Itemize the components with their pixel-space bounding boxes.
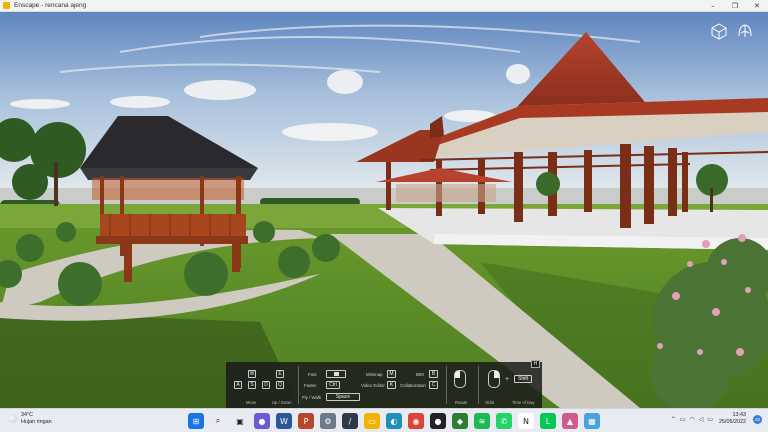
chat-icon[interactable]: ● xyxy=(254,413,270,429)
notion-icon[interactable]: N xyxy=(518,413,534,429)
sketchup-icon-glyph: ◆ xyxy=(456,416,464,426)
file-explorer-icon[interactable]: ▭ xyxy=(364,413,380,429)
file-explorer-icon-glyph: ▭ xyxy=(368,416,376,426)
whatsapp-icon-glyph: ✆ xyxy=(500,416,508,426)
video-editor-label: Video Editor xyxy=(361,383,385,388)
whatsapp-icon[interactable]: ✆ xyxy=(496,413,512,429)
move-label: Move xyxy=(246,400,257,405)
close-button[interactable]: ✕ xyxy=(746,0,768,12)
clock[interactable]: 13:43 25/05/2022 xyxy=(719,412,746,426)
chat-icon-glyph: ● xyxy=(258,416,266,426)
rotate-label: Rotate xyxy=(455,400,468,405)
collaboration-label: Collaboration xyxy=(400,383,426,388)
fast-key xyxy=(326,370,346,378)
render-viewport[interactable]: H W A S D Move E Q Up / Down Fast Faster… xyxy=(0,12,768,408)
powerpoint-icon-glyph: P xyxy=(303,416,309,426)
key-s: S xyxy=(248,381,256,389)
edge-icon[interactable]: ◐ xyxy=(386,413,402,429)
flywalk-label: Fly / Walk xyxy=(302,395,322,400)
fast-label: Fast xyxy=(308,372,317,377)
windows-start-icon[interactable]: ⊞ xyxy=(188,413,204,429)
windows-start-icon-glyph: ⊞ xyxy=(192,416,200,426)
sketchup-icon[interactable]: ◆ xyxy=(452,413,468,429)
script-icon[interactable]: / xyxy=(342,413,358,429)
ctrl-key: Ctrl xyxy=(326,381,340,389)
spotify-icon-glyph: ≋ xyxy=(478,416,486,426)
wifi-icon[interactable]: ◠ xyxy=(689,416,694,423)
chevron-up-icon[interactable]: ⌃ xyxy=(671,416,676,423)
key-e: E xyxy=(276,370,284,378)
mouse-orbit-icon xyxy=(488,370,500,388)
separator xyxy=(478,366,479,404)
app-icon[interactable]: ▦ xyxy=(584,413,600,429)
key-d: D xyxy=(262,381,270,389)
taskbar-apps: ⊞ ⌕ ▣ ● W P ⚙ / ▭ ◐ ◉ ● ◆ ≋ ✆ N L ▲ ▦ xyxy=(188,413,600,429)
task-view-icon-glyph: ▣ xyxy=(236,416,244,426)
k-key: K xyxy=(387,381,396,389)
separator xyxy=(298,366,299,404)
shift-key: Shift xyxy=(514,375,532,383)
cloud-rain-icon xyxy=(8,414,17,423)
minimap-label: Minimap xyxy=(366,372,383,377)
search-icon-glyph: ⌕ xyxy=(215,416,221,425)
key-q: Q xyxy=(276,381,284,389)
mouse-scroll-icon xyxy=(334,372,339,376)
word-icon-glyph: W xyxy=(280,416,288,426)
github-icon-glyph: ● xyxy=(434,416,442,426)
rendered-scene xyxy=(0,12,768,408)
photos-icon[interactable]: ▲ xyxy=(562,413,578,429)
bim-label: BIM xyxy=(416,372,424,377)
clock-date: 25/05/2022 xyxy=(719,419,746,425)
plus-sign: + xyxy=(505,376,510,383)
window-title: Enscape - rencana ajeng xyxy=(14,2,87,9)
key-a: A xyxy=(234,381,242,389)
script-icon-glyph: / xyxy=(348,416,352,426)
line-icon-glyph: L xyxy=(545,416,551,426)
faster-label: Faster xyxy=(304,383,317,388)
b-key: B xyxy=(429,370,438,378)
enscape-app-icon xyxy=(3,2,10,9)
word-icon[interactable]: W xyxy=(276,413,292,429)
space-key: Space xyxy=(326,393,360,401)
hide-controls-key[interactable]: H xyxy=(531,360,540,368)
task-view-icon[interactable]: ▣ xyxy=(232,413,248,429)
navigation-controls-overlay: H W A S D Move E Q Up / Down Fast Faster… xyxy=(226,360,542,408)
notification-badge[interactable]: 20 xyxy=(753,414,762,424)
github-icon[interactable]: ● xyxy=(430,413,446,429)
edge-icon-glyph: ◐ xyxy=(390,416,398,426)
app-icon-glyph: ▦ xyxy=(588,416,596,426)
ime-icon[interactable]: ▭ xyxy=(680,416,686,423)
m-key: M xyxy=(387,370,396,378)
powerpoint-icon[interactable]: P xyxy=(298,413,314,429)
mouse-rotate-icon xyxy=(454,370,466,388)
search-icon[interactable]: ⌕ xyxy=(210,413,226,429)
cube-view-icon[interactable] xyxy=(710,22,728,40)
windows-taskbar: 34°C Hujan ringan ⊞ ⌕ ▣ ● W P ⚙ / ▭ ◐ ◉ ● ◆ ≋ ✆ N L ▲ ▦ ⌃ … xyxy=(0,408,768,432)
notion-icon-glyph: N xyxy=(523,416,529,426)
weather-widget[interactable]: 34°C Hujan ringan xyxy=(8,412,52,425)
updown-label: Up / Down xyxy=(272,400,292,405)
orbit-label: Orbit xyxy=(485,400,495,405)
settings-icon[interactable]: ⚙ xyxy=(320,413,336,429)
maximize-button[interactable]: ❐ xyxy=(724,0,746,12)
chrome-icon-glyph: ◉ xyxy=(412,416,420,426)
leaf-icon[interactable] xyxy=(736,22,754,40)
settings-icon-glyph: ⚙ xyxy=(324,416,332,426)
time-of-day-label: Time of Day xyxy=(512,400,535,405)
spotify-icon[interactable]: ≋ xyxy=(474,413,490,429)
c-key: C xyxy=(429,381,438,389)
weather-description: Hujan ringan xyxy=(21,418,52,425)
system-tray: ⌃ ▭ ◠ ◁ ▭ 13:43 25/05/2022 20 xyxy=(671,412,762,426)
minimize-button[interactable]: – xyxy=(702,0,724,12)
separator xyxy=(446,366,447,404)
volume-icon[interactable]: ◁ xyxy=(699,416,704,423)
battery-icon[interactable]: ▭ xyxy=(707,416,713,423)
clock-time: 13:43 xyxy=(732,412,747,418)
window-titlebar: Enscape - rencana ajeng – ❐ ✕ xyxy=(0,0,768,12)
key-w: W xyxy=(248,370,256,378)
chrome-icon[interactable]: ◉ xyxy=(408,413,424,429)
line-icon[interactable]: L xyxy=(540,413,556,429)
photos-icon-glyph: ▲ xyxy=(566,416,574,426)
